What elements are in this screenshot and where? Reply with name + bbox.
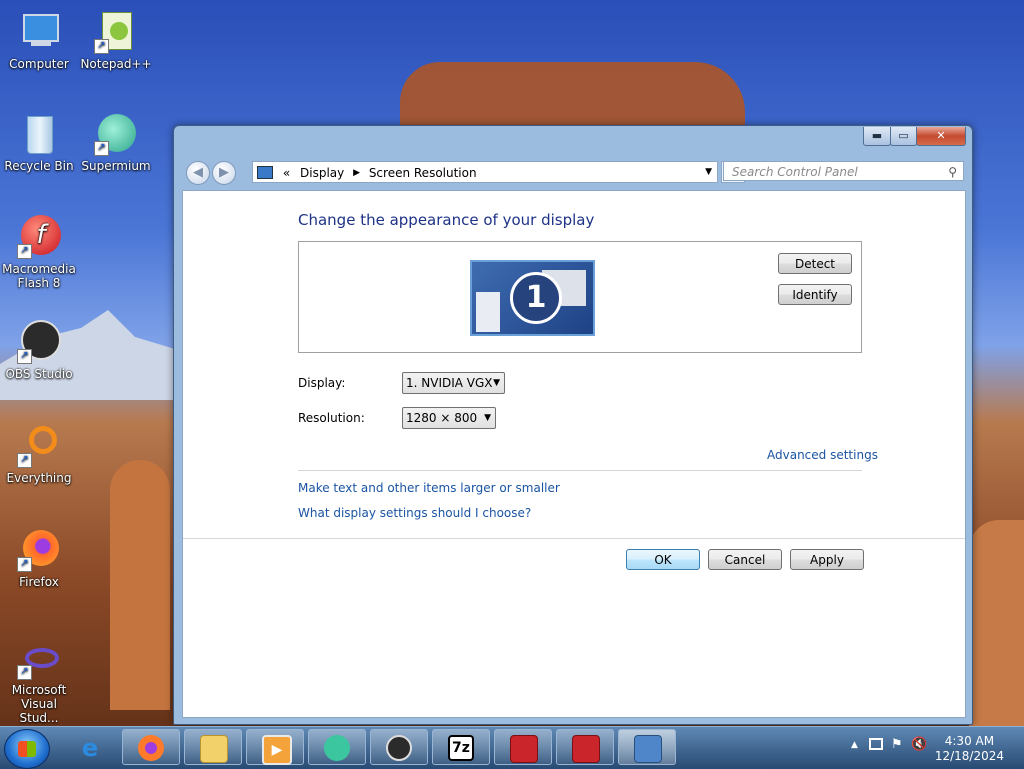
resolution-label: Resolution: <box>298 411 365 425</box>
preview-window-a <box>476 292 500 332</box>
desktop-icon-flash[interactable]: f ↗ Macromedia Flash 8 <box>1 215 77 290</box>
page-title: Change the appearance of your display <box>298 211 595 229</box>
shortcut-arrow-icon: ↗ <box>17 557 32 572</box>
taskbar-supermium[interactable] <box>308 729 366 765</box>
media-player-icon: ▶ <box>262 735 292 765</box>
toolbox-icon <box>510 735 538 763</box>
search-icon: ⚲ <box>948 165 957 179</box>
desktop-icon-recycle-bin[interactable]: Recycle Bin <box>1 112 77 173</box>
clock-date: 12/18/2024 <box>934 749 1004 763</box>
advanced-settings-link[interactable]: Advanced settings <box>767 448 878 462</box>
display-settings-help-link[interactable]: What display settings should I choose? <box>298 506 531 520</box>
taskbar-toolbox-2[interactable] <box>556 729 614 765</box>
desktop-icon-computer[interactable]: Computer <box>1 10 77 71</box>
control-panel-icon <box>634 735 662 763</box>
close-button[interactable]: ✕ <box>916 127 966 146</box>
chevron-down-icon: ▼ <box>484 413 491 423</box>
minimize-button[interactable]: ▬ <box>863 127 891 146</box>
search-input[interactable]: Search Control Panel ⚲ <box>723 161 964 181</box>
breadcrumb-separator-icon: ▶ <box>353 167 360 178</box>
apply-button[interactable]: Apply <box>790 549 864 570</box>
taskbar-media-player[interactable]: ▶ <box>246 729 304 765</box>
content-pane: Change the appearance of your display 1 … <box>182 190 966 718</box>
network-icon[interactable] <box>869 738 883 750</box>
monitor-number: 1 <box>510 272 562 324</box>
taskbar-toolbox-1[interactable] <box>494 729 552 765</box>
firefox-icon <box>138 735 164 761</box>
desktop-arch <box>110 460 170 710</box>
address-prefix: « <box>282 165 291 180</box>
flash-icon: f ↗ <box>17 215 61 259</box>
back-arrow-icon: ◀ <box>193 165 203 180</box>
desktop-icon-notepadpp[interactable]: ↗ Notepad++ <box>78 10 154 71</box>
toolbox-icon <box>572 735 600 763</box>
computer-icon <box>17 10 61 54</box>
show-hidden-icons-icon[interactable]: ▲ <box>851 740 858 750</box>
detect-button[interactable]: Detect <box>778 253 852 274</box>
taskbar-firefox[interactable] <box>122 729 180 765</box>
cancel-button[interactable]: Cancel <box>708 549 782 570</box>
breadcrumb-screen-resolution[interactable]: Screen Resolution <box>369 166 477 180</box>
clock-time: 4:30 AM <box>944 734 995 748</box>
supermium-icon <box>324 735 350 761</box>
monitor-1-icon[interactable]: 1 <box>470 260 595 336</box>
taskbar-obs[interactable] <box>370 729 428 765</box>
shortcut-arrow-icon: ↗ <box>17 665 32 680</box>
navigation-bar: ◀ ▶ « Display ▶ Screen Resolution ▼ ⇆ Se… <box>182 159 966 185</box>
divider <box>183 538 965 539</box>
action-center-flag-icon[interactable]: ⚑ <box>891 737 903 752</box>
display-select[interactable]: 1. NVIDIA VGX ▼ <box>402 372 505 394</box>
notepadpp-icon: ↗ <box>94 10 138 54</box>
desktop-icon-firefox[interactable]: ↗ Firefox <box>1 528 77 589</box>
ie-icon: e <box>81 734 99 762</box>
visual-studio-icon: ↗ <box>17 640 61 680</box>
taskbar-control-panel[interactable] <box>618 729 676 765</box>
address-bar[interactable]: « Display ▶ Screen Resolution ▼ <box>252 161 718 183</box>
ok-button[interactable]: OK <box>626 549 700 570</box>
desktop-icon-everything[interactable]: ↗ Everything <box>1 424 77 485</box>
breadcrumb-display[interactable]: Display <box>300 166 344 180</box>
display-label: Display: <box>298 376 346 390</box>
taskbar-ie[interactable]: e <box>61 729 119 765</box>
obs-icon: ↗ <box>17 320 61 364</box>
chevron-down-icon: ▼ <box>493 378 500 388</box>
back-button[interactable]: ◀ <box>186 161 210 185</box>
clock[interactable]: 4:30 AM 12/18/2024 <box>935 734 1004 764</box>
recycle-bin-icon <box>17 112 61 156</box>
firefox-icon: ↗ <box>17 528 61 572</box>
7zip-icon: 7z <box>448 735 474 761</box>
shortcut-arrow-icon: ↗ <box>17 244 32 259</box>
desktop-icon-supermium[interactable]: ↗ Supermium <box>78 112 154 173</box>
desktop-rock-right <box>969 520 1024 730</box>
shortcut-arrow-icon: ↗ <box>17 349 32 364</box>
everything-icon: ↗ <box>17 424 61 468</box>
address-dropdown-icon[interactable]: ▼ <box>705 162 712 182</box>
supermium-icon: ↗ <box>94 112 138 156</box>
screen-resolution-window: ▬ ▭ ✕ ◀ ▶ « Display ▶ Screen Resolution … <box>173 125 973 725</box>
maximize-button[interactable]: ▭ <box>890 127 917 146</box>
divider <box>298 470 862 471</box>
forward-arrow-icon: ▶ <box>219 165 229 180</box>
taskbar: e ▶ 7z ▲ ⚑ 🔇 4:30 AM 12/18/2024 <box>0 726 1024 769</box>
shortcut-arrow-icon: ↗ <box>94 39 109 54</box>
resolution-select[interactable]: 1280 × 800 ▼ <box>402 407 496 429</box>
shortcut-arrow-icon: ↗ <box>94 141 109 156</box>
identify-button[interactable]: Identify <box>778 284 852 305</box>
forward-button[interactable]: ▶ <box>212 161 236 185</box>
display-preview: 1 Detect Identify <box>298 241 862 353</box>
display-settings-icon <box>257 166 273 179</box>
desktop-icon-obs[interactable]: ↗ OBS Studio <box>1 320 77 381</box>
start-button[interactable] <box>4 729 50 769</box>
volume-muted-icon[interactable]: 🔇 <box>911 737 927 752</box>
shortcut-arrow-icon: ↗ <box>17 453 32 468</box>
explorer-icon <box>200 735 228 763</box>
taskbar-7zip[interactable]: 7z <box>432 729 490 765</box>
system-tray: ▲ ⚑ 🔇 4:30 AM 12/18/2024 <box>839 727 1024 769</box>
taskbar-explorer[interactable] <box>184 729 242 765</box>
text-size-link[interactable]: Make text and other items larger or smal… <box>298 481 560 495</box>
desktop-icon-visual-studio[interactable]: ↗ Microsoft Visual Stud... <box>1 640 77 725</box>
obs-icon <box>386 735 412 761</box>
windows-logo-icon <box>18 741 36 757</box>
